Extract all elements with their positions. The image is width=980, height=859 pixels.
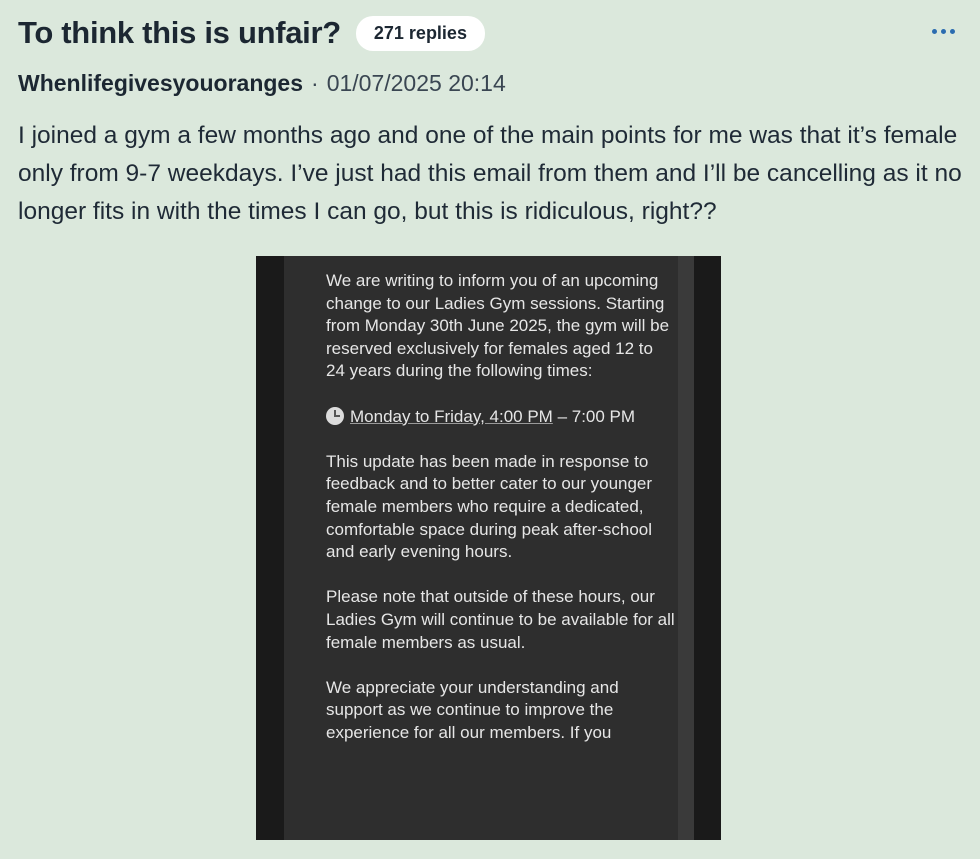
ellipsis-icon (931, 28, 937, 34)
screenshot-edge (678, 256, 694, 840)
more-options-button[interactable] (926, 16, 960, 46)
byline-separator: · (311, 70, 319, 96)
post-byline: Whenlifegivesyouoranges · 01/07/2025 20:… (18, 70, 506, 97)
ellipsis-icon (940, 28, 946, 34)
clock-icon (326, 406, 344, 425)
email-paragraph: We appreciate your understanding and sup… (326, 677, 619, 742)
email-times-underlined: Monday to Friday, 4:00 PM (350, 406, 553, 426)
post-timestamp: 01/07/2025 20:14 (326, 70, 506, 96)
ellipsis-icon (949, 28, 955, 34)
post-body-text: I joined a gym a few months ago and one … (18, 122, 962, 225)
email-paragraph: We are writing to inform you of an upcom… (326, 271, 670, 381)
thread-title: To think this is unfair? (18, 15, 341, 50)
post-body: I joined a gym a few months ago and one … (18, 117, 968, 231)
email-times-line: Monday to Friday, 4:00 PM – 7:00 PM (326, 406, 676, 429)
attached-image[interactable]: We are writing to inform you of an upcom… (256, 256, 721, 840)
post-author[interactable]: Whenlifegivesyouoranges (18, 70, 303, 97)
email-paragraph: Please note that outside of these hours,… (326, 587, 675, 652)
email-paragraph: This update has been made in response to… (326, 451, 653, 562)
email-text: We are writing to inform you of an upcom… (326, 270, 676, 767)
email-times-rest: – 7:00 PM (552, 406, 636, 426)
thread-header: To think this is unfair? 271 replies (18, 10, 960, 56)
replies-count-badge[interactable]: 271 replies (355, 15, 485, 51)
